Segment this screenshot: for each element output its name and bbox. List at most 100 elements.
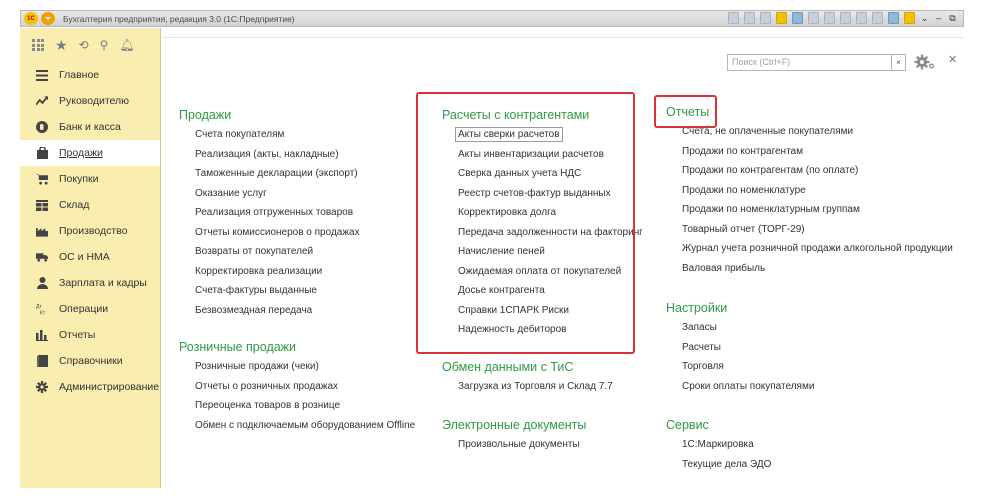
menu-link[interactable]: Журнал учета розничной продажи алкогольн… [682,239,953,259]
menu-link[interactable]: Продажи по номенклатуре [682,181,953,201]
settings-gear-icon[interactable] [914,52,936,72]
menu-link[interactable]: Торговля [682,357,814,377]
menu-link[interactable]: Произвольные документы [458,435,586,455]
menu-link-label: Корректировка реализации [195,265,323,277]
sidebar-item-label: Операции [59,303,109,315]
menu-link-label: Реализация отгруженных товаров [195,207,354,218]
memory-minus-icon[interactable] [872,12,883,24]
sidebar-item-label: Зарплата и кадры [59,277,147,289]
all-functions-icon[interactable] [32,39,44,51]
search-icon[interactable]: ⚲ [100,38,109,52]
coin-icon [36,121,48,133]
sidebar-item[interactable]: Производство [20,218,160,244]
menu-link[interactable]: Продажи по контрагентам (по оплате) [682,161,953,181]
sidebar-item[interactable]: Склад [20,192,160,218]
menu-link[interactable]: Расчеты [682,338,814,358]
app-logo-icon[interactable]: 1С [24,12,38,25]
menu-link[interactable]: Отчеты о розничных продажах [195,377,415,397]
menu-link[interactable]: Розничные продажи (чеки) [195,357,415,377]
links-retail: Розничные продажи (чеки) Отчеты о розничн… [179,357,415,435]
sidebar-item[interactable]: Справочники [20,348,160,374]
sidebar-item-label: Производство [59,225,128,237]
print-icon[interactable] [744,12,755,24]
menu-link-label: Загрузка из Торговля и Склад 7.7 [458,381,613,392]
links-exchange: Загрузка из Торговля и Склад 7.7 [442,377,613,397]
menu-link[interactable]: Продажи по номенклатурным группам [682,200,953,220]
preview-icon[interactable] [760,12,771,24]
search-input[interactable]: Поиск (Ctrl+F) [727,54,892,71]
menu-link[interactable]: Загрузка из Торговля и Склад 7.7 [458,377,613,397]
sidebar-item[interactable]: Банк и касса [20,114,160,140]
menu-link[interactable]: Продажи по контрагентам [682,142,953,162]
info-icon[interactable] [904,12,915,24]
menu-link-label: Счета-фактуры выданные [195,285,317,296]
memory-plus-icon[interactable] [856,12,867,24]
menu-link[interactable]: Валовая прибыль [682,259,953,279]
sidebar-item[interactable]: Отчеты [20,322,160,348]
column-settings: Настройки Запасы Расчеты Торговля Сроки опл… [666,298,814,396]
sidebar-item[interactable]: Руководителю [20,88,160,114]
memory-icon[interactable] [840,12,851,24]
menu-link-label: Произвольные документы [458,439,580,450]
menu-link[interactable]: Безвозмездная передача [195,301,360,321]
calculator-icon[interactable] [808,12,819,24]
menu-link-label: Продажи по номенклатуре [682,184,806,196]
sidebar-item[interactable]: Покупки [20,166,160,192]
notifications-icon[interactable] [888,12,899,24]
bell-icon[interactable]: 🔔︎ [119,38,134,52]
search-clear-button[interactable]: × [891,54,906,71]
menu-link[interactable]: Реализация (акты, накладные) [195,145,360,165]
menu-link[interactable]: Счета-фактуры выданные [195,281,360,301]
column-reports: Отчеты Счета, не оплаченные покупателями… [666,102,953,278]
sidebar-item[interactable]: Зарплата и кадры [20,270,160,296]
menu-link-label: Валовая прибыль [682,262,766,274]
links-settings: Запасы Расчеты Торговля Сроки оплаты покупа… [666,318,814,396]
bag-icon [36,147,48,159]
close-icon[interactable]: ✕ [948,53,957,66]
column-sales: Продажи Счета покупателям Реализация (акт… [179,105,360,320]
menu-link[interactable]: Корректировка реализации [195,262,360,282]
menu-link[interactable]: Запасы [682,318,814,338]
menu-link[interactable]: Отчеты комиссионеров о продажах [195,223,360,243]
menu-link[interactable]: Текущие дела ЭДО [682,455,771,475]
menu-link[interactable]: Товарный отчет (ТОРГ-29) [682,220,953,240]
sidebar-item[interactable]: ОС и НМА [20,244,160,270]
menu-link[interactable]: Таможенные декларации (экспорт) [195,164,360,184]
svg-text:Дт: Дт [36,304,42,310]
person-icon [36,277,48,289]
window-title: Бухгалтерия предприятия, редакция 3.0 (1… [63,13,295,24]
highlight-box-contractors [416,92,635,354]
sidebar-item[interactable]: Главное [20,62,160,88]
menu-link-label: Сроки оплаты покупателями [682,380,815,392]
menu-link[interactable]: Оказание услуг [195,184,360,204]
restore-icon[interactable]: ⧉ [948,13,957,24]
menu-link[interactable]: Возвраты от покупателей [195,242,360,262]
links-reports: Счета, не оплаченные покупателями Продажи… [666,122,953,278]
favorites-icon[interactable] [776,12,787,24]
title-bar-tools: ⌄ – ⧉ [728,12,957,24]
menu-link[interactable]: Сроки оплаты покупателями [682,377,814,397]
history-icon[interactable]: ⟲ [79,38,89,52]
menu-link[interactable]: 1С:Маркировка [682,435,771,455]
sidebar-item[interactable]: Продажи [20,140,160,166]
minimize-icon[interactable]: – [934,13,943,23]
menu-link-label: Запасы [682,322,717,333]
cart-icon [36,173,48,185]
sidebar-item[interactable]: Администрирование [20,374,160,400]
save-icon[interactable] [728,12,739,24]
main-menu-icon[interactable] [41,12,55,25]
star-icon[interactable]: ★ [55,37,68,54]
menu-link[interactable]: Счета, не оплаченные покупателями [682,122,953,142]
window-menu-icon[interactable]: ⌄ [920,13,929,24]
sidebar-item[interactable]: Дт Кт Операции [20,296,160,322]
sidebar: ★ ⟲ ⚲ 🔔︎ Главное Руководителю Банк и касса… [20,28,161,488]
menu-link[interactable]: Обмен с подключаемым оборудованием Offli… [195,416,415,436]
menu-link[interactable]: Переоценка товаров в рознице [195,396,415,416]
calendar-icon[interactable] [824,12,835,24]
link-icon[interactable] [792,12,803,24]
menu-link[interactable]: Счета покупателям [195,125,360,145]
book-icon [36,355,48,367]
column-retail: Розничные продажи Розничные продажи (чек… [179,337,415,435]
menu-link-label: Расчеты [682,341,721,353]
menu-link[interactable]: Реализация отгруженных товаров [195,203,360,223]
